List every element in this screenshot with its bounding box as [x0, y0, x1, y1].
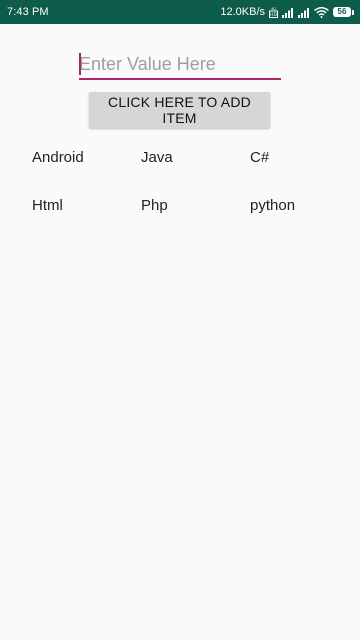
value-input[interactable]	[79, 50, 281, 78]
battery-level: 56	[333, 7, 351, 17]
grid-item[interactable]: python	[250, 196, 350, 244]
hd-volte-icon: HD 4G	[269, 7, 278, 18]
network-speed: 12.0KB/s	[220, 6, 265, 18]
grid-item[interactable]: Php	[141, 196, 250, 244]
grid-item[interactable]: C#	[250, 148, 350, 196]
items-grid: Android Java C# Html Php python	[32, 148, 352, 244]
cellular-signal-icon	[298, 7, 309, 18]
battery-icon: 56	[333, 7, 354, 17]
grid-item[interactable]: Java	[141, 148, 250, 196]
status-icons: 12.0KB/s HD 4G 56	[220, 6, 354, 18]
svg-text:4G: 4G	[271, 7, 276, 11]
wifi-icon	[314, 6, 329, 18]
main-content: CLICK HERE TO ADD ITEM Android Java C# H…	[0, 24, 360, 640]
value-input-container[interactable]	[79, 50, 281, 80]
cellular-signal-icon	[282, 7, 293, 18]
add-item-button[interactable]: CLICK HERE TO ADD ITEM	[89, 92, 270, 128]
grid-item[interactable]: Html	[32, 196, 141, 244]
grid-item[interactable]: Android	[32, 148, 141, 196]
text-cursor	[79, 53, 81, 75]
status-bar: 7:43 PM 12.0KB/s HD 4G 56	[0, 0, 360, 24]
status-time: 7:43 PM	[7, 6, 49, 18]
svg-text:HD: HD	[270, 12, 277, 18]
